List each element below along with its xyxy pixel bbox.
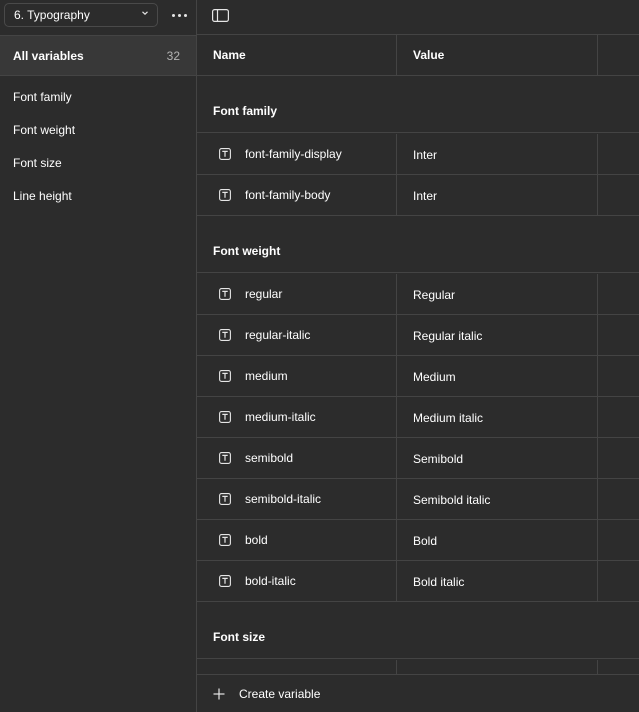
variable-name: medium-italic [245, 410, 316, 424]
variable-name-cell[interactable]: regular-italic [197, 315, 397, 355]
variable-row[interactable]: font-family-display Inter [197, 134, 639, 175]
variable-name-cell[interactable]: font-family-body [197, 175, 397, 215]
all-variables-count: 32 [166, 48, 180, 63]
group-header: Font family [197, 76, 639, 133]
variables-table-panel: Name Value Font family font-family-displa… [197, 0, 639, 712]
string-type-icon [219, 493, 231, 505]
more-dot [171, 13, 175, 17]
collection-picker[interactable]: 6. Typography [4, 3, 158, 27]
variable-name: font-family-display [245, 147, 342, 161]
table-header: Name Value [197, 35, 639, 76]
variable-value-cell[interactable]: Medium italic [397, 397, 598, 437]
plus-icon [213, 688, 225, 699]
variable-name: regular [245, 287, 283, 301]
variable-value-cell[interactable]: Bold italic [397, 561, 598, 601]
string-type-icon [219, 329, 231, 341]
create-variable-label: Create variable [239, 686, 321, 701]
variable-row[interactable]: font-family-body Inter [197, 175, 639, 216]
variable-name-cell[interactable]: bold [197, 520, 397, 560]
variable-value-cell[interactable]: Inter [397, 175, 598, 215]
chevron-down-icon [142, 11, 148, 16]
variable-value-cell[interactable]: Inter [397, 134, 598, 174]
create-variable-button[interactable]: Create variable [197, 674, 639, 712]
sidebar-item-all-variables[interactable]: All variables 32 [0, 36, 196, 76]
string-type-icon [219, 189, 231, 201]
variable-value-cell[interactable]: Semibold [397, 438, 598, 478]
variable-row[interactable]: medium-italic Medium italic [197, 397, 639, 438]
variable-row[interactable]: regular Regular [197, 274, 639, 315]
string-type-icon [219, 575, 231, 587]
variable-name: medium [245, 369, 288, 383]
variable-row[interactable]: bold Bold [197, 520, 639, 561]
group-header: Font weight [197, 216, 639, 273]
sidebar-toggle-icon[interactable] [212, 9, 229, 22]
variable-name: semibold [245, 451, 294, 465]
string-type-icon [219, 370, 231, 382]
column-header-name[interactable]: Name [197, 35, 397, 75]
sidebar-item-font-weight[interactable]: Font weight [0, 113, 196, 146]
string-type-icon [219, 534, 231, 546]
toolbar [197, 0, 639, 35]
variable-name-cell[interactable]: medium [197, 356, 397, 396]
all-variables-label: All variables [13, 48, 84, 63]
variable-name-cell[interactable]: semibold [197, 438, 397, 478]
variable-value-cell[interactable]: Medium [397, 356, 598, 396]
string-type-icon [219, 148, 231, 160]
sidebar-item-font-family[interactable]: Font family [0, 80, 196, 113]
variable-row[interactable]: regular-italic Regular italic [197, 315, 639, 356]
variable-row[interactable]: semibold Semibold [197, 438, 639, 479]
more-dot [183, 13, 187, 17]
variable-name-cell[interactable]: font-family-display [197, 134, 397, 174]
more-dot [177, 13, 181, 17]
collection-name: 6. Typography [14, 8, 90, 22]
variable-value-cell[interactable]: Regular italic [397, 315, 598, 355]
variable-row[interactable]: semibold-italic Semibold italic [197, 479, 639, 520]
variable-name-cell[interactable]: semibold-italic [197, 479, 397, 519]
variable-name: bold [245, 533, 268, 547]
more-options-button[interactable] [168, 6, 190, 24]
variable-name: font-family-body [245, 188, 331, 202]
variable-value-cell[interactable]: Semibold italic [397, 479, 598, 519]
string-type-icon [219, 452, 231, 464]
variable-value-cell[interactable]: Bold [397, 520, 598, 560]
variable-name: bold-italic [245, 574, 296, 588]
variable-row[interactable]: bold-italic Bold italic [197, 561, 639, 602]
group-header: Font size [197, 602, 639, 659]
string-type-icon [219, 411, 231, 423]
variable-name-cell[interactable]: bold-italic [197, 561, 397, 601]
variable-name-cell[interactable]: regular [197, 274, 397, 314]
sidebar-item-line-height[interactable]: Line height [0, 179, 196, 212]
variable-name: regular-italic [245, 328, 311, 342]
column-header-value[interactable]: Value [397, 35, 598, 75]
variable-name-cell[interactable]: medium-italic [197, 397, 397, 437]
variable-value-cell[interactable]: Regular [397, 274, 598, 314]
string-type-icon [219, 288, 231, 300]
variable-row[interactable]: medium Medium [197, 356, 639, 397]
sidebar-item-font-size[interactable]: Font size [0, 146, 196, 179]
sidebar: 6. Typography All variables 32 Font fami… [0, 0, 197, 712]
group-list: Font family Font weight Font size Line h… [0, 80, 196, 212]
variable-name: semibold-italic [245, 492, 322, 506]
